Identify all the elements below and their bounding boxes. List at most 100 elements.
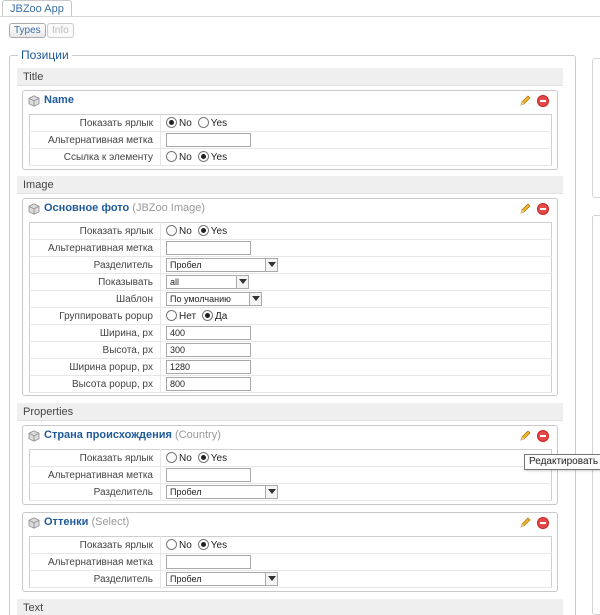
- text-input[interactable]: 300: [166, 343, 251, 357]
- text-input[interactable]: [166, 555, 251, 569]
- param-row: Показывать all: [29, 273, 552, 291]
- delete-icon[interactable]: [537, 430, 549, 442]
- radio-label: Да: [215, 311, 228, 322]
- radio-label: No: [179, 453, 192, 464]
- radio-label: No: [179, 226, 192, 237]
- param-row: Ширина, px 400: [29, 324, 552, 342]
- param-label: Высота, px: [29, 341, 161, 359]
- tab-divider: [0, 16, 600, 17]
- select-value: Пробел: [170, 487, 202, 497]
- param-row: Показать ярлык No Yes: [29, 222, 552, 240]
- types-button[interactable]: Types: [9, 23, 46, 38]
- param-row: Группировать popup Нет Да: [29, 307, 552, 325]
- section-title: Title: [17, 68, 563, 86]
- text-input[interactable]: 400: [166, 326, 251, 340]
- element-box: Страна происхождения (Country) Показать я…: [22, 425, 558, 505]
- select-dropdown[interactable]: Пробел: [166, 485, 278, 499]
- right-side-panel-lower: [592, 215, 600, 615]
- param-value: [160, 466, 552, 484]
- param-value: 800: [160, 375, 552, 393]
- text-input[interactable]: [166, 241, 251, 255]
- element-type: (Country): [175, 429, 221, 441]
- radio-button[interactable]: [166, 452, 177, 463]
- app-tab[interactable]: JBZoo App: [2, 0, 72, 17]
- param-value: all: [160, 273, 552, 291]
- cube-icon: [28, 203, 40, 215]
- select-dropdown[interactable]: Пробел: [166, 572, 278, 586]
- param-value: [160, 239, 552, 257]
- param-label: Разделитель: [29, 483, 161, 501]
- radio-button[interactable]: [197, 117, 209, 128]
- element-name: Name: [44, 94, 74, 106]
- element-box: Оттенки (Select) Показать ярлык No Yes Альте…: [22, 512, 558, 592]
- radio-button[interactable]: [166, 225, 177, 236]
- param-row: Альтернативная метка: [29, 131, 552, 149]
- radio-button[interactable]: [166, 539, 177, 550]
- element-type: (Select): [91, 516, 130, 528]
- select-value: all: [170, 277, 180, 287]
- param-label: Альтернативная метка: [29, 553, 161, 571]
- param-row: Альтернативная метка: [29, 466, 552, 484]
- param-label: Показать ярлык: [29, 222, 161, 240]
- text-input[interactable]: [166, 468, 251, 482]
- select-dropdown[interactable]: По умолчанию: [166, 292, 262, 306]
- param-label: Шаблон: [29, 290, 161, 308]
- pencil-icon[interactable]: [519, 203, 531, 215]
- radio-button[interactable]: [197, 225, 209, 236]
- param-value: 300: [160, 341, 552, 359]
- param-value: [160, 131, 552, 149]
- text-input[interactable]: 1280: [166, 360, 251, 374]
- radio-label: Yes: [210, 453, 228, 464]
- element-header[interactable]: Основное фото (JBZoo Image): [23, 199, 557, 219]
- select-dropdown[interactable]: Пробел: [166, 258, 278, 272]
- param-label: Показать ярлык: [29, 114, 161, 132]
- radio-button[interactable]: [197, 539, 209, 550]
- select-dropdown[interactable]: all: [166, 275, 249, 289]
- radio-button[interactable]: [166, 310, 177, 321]
- param-row: Альтернативная метка: [29, 553, 552, 571]
- section-properties: Properties: [17, 403, 563, 421]
- element-type: (JBZoo Image): [132, 202, 206, 214]
- element-header[interactable]: Name: [23, 91, 557, 111]
- text-input[interactable]: [166, 133, 251, 147]
- edit-tooltip: Редактировать по: [524, 454, 600, 470]
- param-row: Высота popup, px 800: [29, 375, 552, 393]
- element-header[interactable]: Страна происхождения (Country): [23, 426, 557, 446]
- param-label: Показать ярлык: [29, 536, 161, 554]
- param-value: Пробел: [160, 570, 552, 588]
- param-label: Разделитель: [29, 570, 161, 588]
- element-header[interactable]: Оттенки (Select): [23, 513, 557, 533]
- element-box: Основное фото (JBZoo Image) Показать ярлы…: [22, 198, 558, 396]
- radio-button[interactable]: [166, 117, 177, 128]
- delete-icon[interactable]: [537, 95, 549, 107]
- params-table: Показать ярлык No Yes Альтернативная метка Р…: [29, 449, 552, 501]
- param-row: Показать ярлык No Yes: [29, 114, 552, 132]
- radio-label: No: [179, 118, 192, 129]
- positions-legend: Позиции: [18, 48, 72, 62]
- radio-button[interactable]: [197, 151, 209, 162]
- text-input[interactable]: 800: [166, 377, 251, 391]
- param-label: Группировать popup: [29, 307, 161, 325]
- param-row: Показать ярлык No Yes: [29, 536, 552, 554]
- pencil-icon[interactable]: [519, 517, 531, 529]
- param-value: No Yes: [160, 114, 552, 132]
- radio-button[interactable]: [197, 452, 209, 463]
- info-button[interactable]: Info: [47, 23, 74, 38]
- radio-label: No: [179, 540, 192, 551]
- param-row: Разделитель Пробел: [29, 483, 552, 501]
- radio-label: Нет: [179, 311, 197, 322]
- param-value: 1280: [160, 358, 552, 376]
- delete-icon[interactable]: [537, 203, 549, 215]
- pencil-icon[interactable]: [519, 430, 531, 442]
- param-value: No Yes: [160, 449, 552, 467]
- radio-button[interactable]: [166, 151, 177, 162]
- radio-label: Yes: [210, 540, 228, 551]
- param-label: Высота popup, px: [29, 375, 161, 393]
- select-value: По умолчанию: [170, 294, 231, 304]
- delete-icon[interactable]: [537, 517, 549, 529]
- param-value: [160, 553, 552, 571]
- radio-label: Yes: [210, 152, 228, 163]
- radio-button[interactable]: [202, 310, 214, 321]
- pencil-icon[interactable]: [519, 95, 531, 107]
- param-label: Альтернативная метка: [29, 239, 161, 257]
